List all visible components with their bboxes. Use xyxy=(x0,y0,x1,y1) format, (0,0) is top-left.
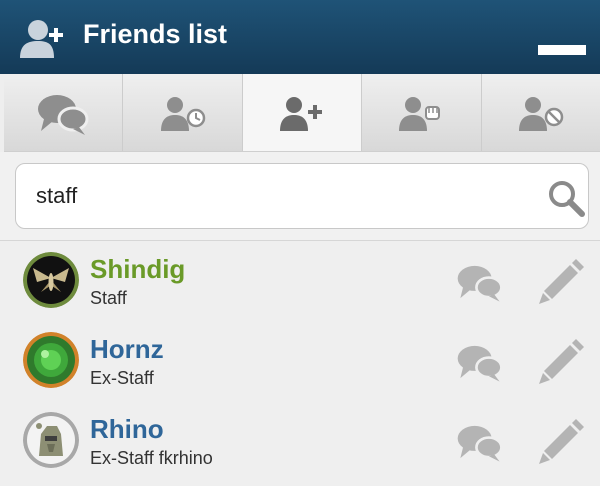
minimize-button[interactable] xyxy=(538,45,586,55)
friend-row[interactable]: Shindig Staff xyxy=(0,241,600,321)
search-area xyxy=(0,152,600,241)
pencil-icon[interactable] xyxy=(534,255,586,307)
search-box xyxy=(15,163,589,229)
search-input[interactable] xyxy=(36,180,516,212)
friend-rank: Ex-Staff xyxy=(90,368,154,388)
blocked-user-icon xyxy=(518,96,564,131)
friend-rank: Staff xyxy=(90,288,127,308)
tab-bar xyxy=(4,74,600,152)
friend-name[interactable]: Shindig xyxy=(90,254,185,285)
tab-friend-requests[interactable] xyxy=(123,74,243,151)
tab-blocked[interactable] xyxy=(481,74,600,151)
add-friend-icon xyxy=(280,96,323,131)
fist-icon xyxy=(399,96,441,131)
friend-requests-clock-icon xyxy=(160,96,205,131)
avatar[interactable] xyxy=(23,252,79,308)
tab-fist[interactable] xyxy=(362,74,482,151)
tab-add-friend[interactable] xyxy=(242,74,363,151)
title-bar: Friends list xyxy=(0,0,600,74)
friend-row[interactable]: Hornz Ex-Staff xyxy=(0,321,600,401)
avatar[interactable] xyxy=(23,412,79,468)
window-title: Friends list xyxy=(83,19,228,49)
friend-row[interactable]: Rhino Ex-Staff fkrhino xyxy=(0,401,600,481)
pencil-icon[interactable] xyxy=(534,335,586,387)
chat-bubbles-icon[interactable] xyxy=(455,419,505,465)
friend-name[interactable]: Rhino xyxy=(90,414,164,445)
tab-chats[interactable] xyxy=(4,74,124,151)
friends-list: Shindig Staff Hornz Ex-Staff Rhino Ex-St… xyxy=(0,241,600,486)
chat-bubbles-icon[interactable] xyxy=(455,259,505,305)
friend-name[interactable]: Hornz xyxy=(90,334,164,365)
pencil-icon[interactable] xyxy=(534,415,586,467)
friend-rank: Ex-Staff fkrhino xyxy=(90,448,213,468)
friends-list-window: Friends list staff Shindig Staff Hornz E… xyxy=(0,0,600,486)
chat-bubbles-icon xyxy=(35,89,91,137)
search-icon[interactable] xyxy=(547,179,585,217)
add-friend-icon xyxy=(20,20,63,58)
chat-bubbles-icon[interactable] xyxy=(455,339,505,385)
avatar[interactable] xyxy=(23,332,79,388)
